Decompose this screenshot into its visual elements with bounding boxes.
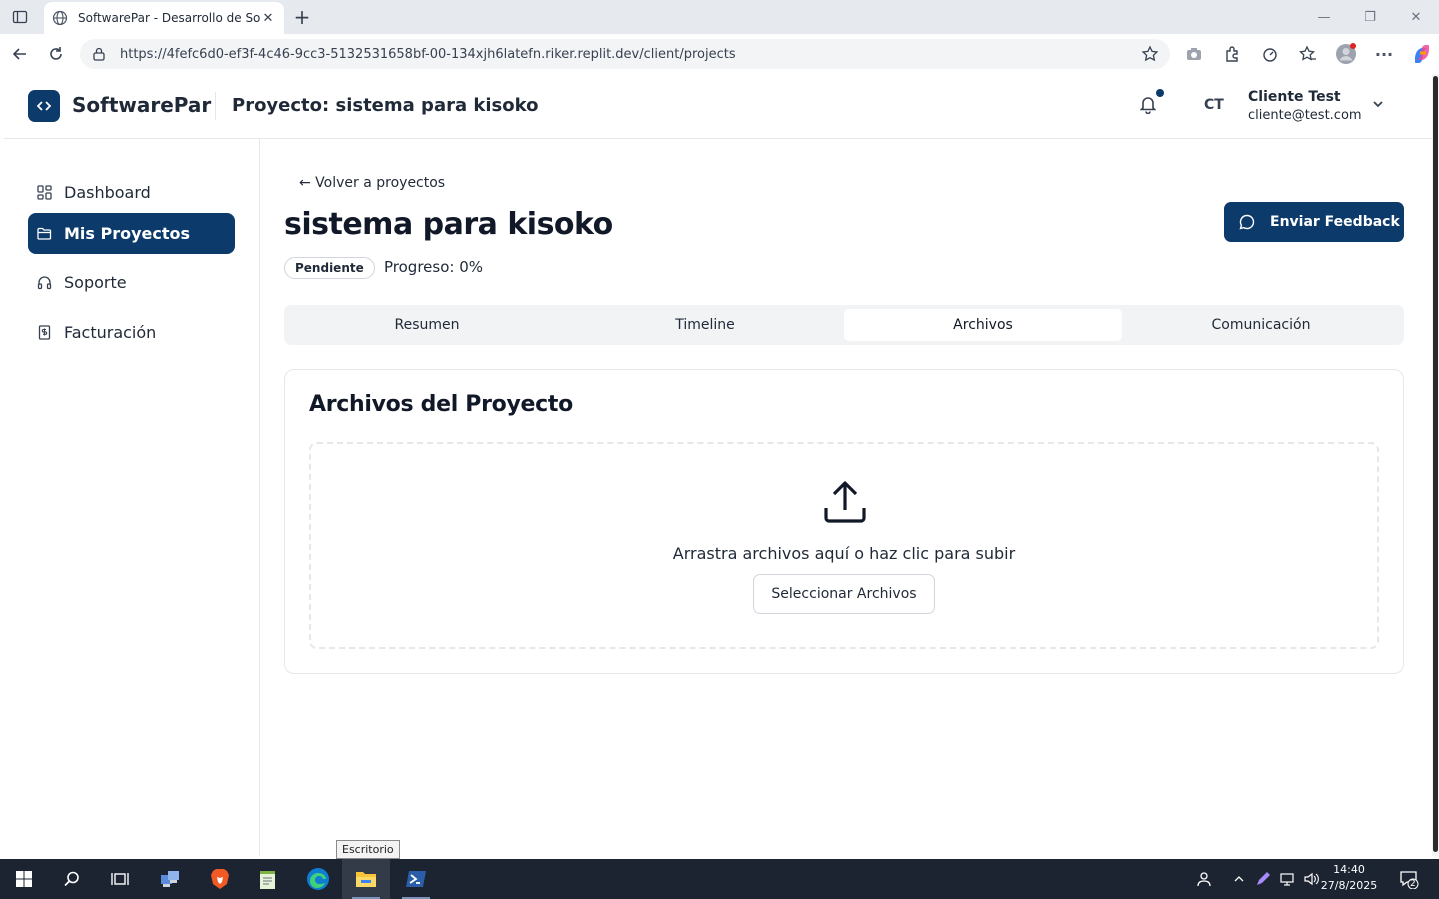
avatar[interactable]: CT xyxy=(1204,97,1224,113)
file-dropzone[interactable]: Arrastra archivos aquí o haz clic para s… xyxy=(309,442,1379,649)
site-info-icon[interactable] xyxy=(90,45,108,63)
edge-browser-icon[interactable] xyxy=(294,859,342,899)
notepad-plus-icon[interactable] xyxy=(244,859,292,899)
notification-dot xyxy=(1156,89,1164,97)
system-clock[interactable]: 14:40 27/8/2025 xyxy=(1318,862,1380,894)
sidebar-item-billing[interactable]: Facturación xyxy=(28,312,235,353)
page-title: Proyecto: sistema para kisoko xyxy=(232,95,539,116)
send-feedback-label: Enviar Feedback xyxy=(1270,214,1400,230)
pen-icon[interactable] xyxy=(1252,859,1274,899)
taskbar: 14:40 27/8/2025 2 xyxy=(0,859,1439,899)
notification-bell-icon[interactable] xyxy=(1138,94,1162,118)
tab-comunicacion[interactable]: Comunicación xyxy=(1122,309,1400,341)
copilot-icon[interactable] xyxy=(1410,42,1434,66)
back-arrow-icon[interactable] xyxy=(8,42,32,66)
powershell-icon[interactable] xyxy=(392,859,440,899)
minimize-icon[interactable]: — xyxy=(1301,0,1347,34)
app-header: SoftwarePar Proyecto: sistema para kisok… xyxy=(4,74,1432,139)
user-email: cliente@test.com xyxy=(1248,108,1362,123)
sidebar: Dashboard Mis Proyectos Soporte Facturac… xyxy=(4,139,260,856)
files-card-title: Archivos del Proyecto xyxy=(309,392,573,417)
app-container: SoftwarePar Proyecto: sistema para kisok… xyxy=(4,74,1432,856)
clock-date: 27/8/2025 xyxy=(1320,879,1378,892)
back-to-projects-link[interactable]: ← Volver a proyectos xyxy=(299,175,445,191)
chevron-down-icon[interactable] xyxy=(1370,96,1390,116)
brave-browser-icon[interactable] xyxy=(196,859,244,899)
progress-text: Progreso: 0% xyxy=(384,258,483,276)
network-icon[interactable] xyxy=(1276,859,1298,899)
more-options-icon[interactable]: ··· xyxy=(1372,42,1396,66)
window-controls: — ❐ ✕ xyxy=(1301,0,1439,34)
send-feedback-button[interactable]: Enviar Feedback xyxy=(1224,202,1404,242)
files-card: Archivos del Proyecto Arrastra archivos … xyxy=(284,369,1404,674)
camera-icon[interactable] xyxy=(1182,42,1206,66)
user-name[interactable]: Cliente Test xyxy=(1248,89,1341,105)
browser-tab[interactable]: SoftwarePar - Desarrollo de Softw ✕ xyxy=(44,2,284,34)
task-view-icon[interactable] xyxy=(96,859,144,899)
profile-avatar-icon[interactable] xyxy=(1334,42,1358,66)
headphones-icon xyxy=(36,275,52,291)
upload-icon xyxy=(821,478,869,526)
new-tab-icon[interactable]: + xyxy=(290,5,314,29)
tab-resumen[interactable]: Resumen xyxy=(288,309,566,341)
favorite-star-icon[interactable] xyxy=(1140,44,1160,64)
page-scrollbar[interactable] xyxy=(1432,74,1439,856)
reload-icon[interactable] xyxy=(44,42,68,66)
clock-time: 14:40 xyxy=(1333,863,1365,876)
folder-icon xyxy=(36,226,52,242)
extensions-icon[interactable] xyxy=(1220,42,1244,66)
address-bar-row: https://4fefc6d0-ef3f-4c46-9cc3-51325316… xyxy=(0,34,1439,74)
project-name: sistema para kisoko xyxy=(284,207,613,242)
restore-icon[interactable]: ❐ xyxy=(1347,0,1393,34)
window-close-icon[interactable]: ✕ xyxy=(1393,0,1439,34)
sidebar-item-label: Facturación xyxy=(64,323,157,342)
scrollbar-thumb[interactable] xyxy=(1433,76,1438,852)
notification-count: 2 xyxy=(1410,879,1416,889)
sidebar-item-label: Soporte xyxy=(64,273,127,292)
sidebar-item-label: Dashboard xyxy=(64,183,151,202)
tab-timeline[interactable]: Timeline xyxy=(566,309,844,341)
network-app-icon[interactable] xyxy=(146,859,194,899)
tab-archivos[interactable]: Archivos xyxy=(844,309,1122,341)
sidebar-item-dashboard[interactable]: Dashboard xyxy=(28,172,235,213)
status-badge: Pendiente xyxy=(284,257,375,279)
people-icon[interactable] xyxy=(1192,859,1216,899)
windows-start-icon[interactable] xyxy=(0,859,48,899)
close-icon[interactable]: ✕ xyxy=(260,10,276,26)
receipt-icon xyxy=(36,325,52,341)
globe-icon xyxy=(52,10,68,26)
message-circle-icon xyxy=(1238,213,1256,231)
browser-toolbar-icons: ··· xyxy=(1182,42,1434,66)
select-files-button[interactable]: Seleccionar Archivos xyxy=(753,574,935,614)
taskbar-tooltip: Escritorio xyxy=(336,840,400,859)
project-tabs: Resumen Timeline Archivos Comunicación xyxy=(284,305,1404,345)
sidebar-item-projects[interactable]: Mis Proyectos xyxy=(28,213,235,254)
sidebar-item-support[interactable]: Soporte xyxy=(28,262,235,303)
notification-center-icon[interactable]: 2 xyxy=(1394,859,1424,899)
chevron-up-icon[interactable] xyxy=(1228,859,1250,899)
sidebar-item-label: Mis Proyectos xyxy=(64,224,191,243)
file-explorer-icon[interactable] xyxy=(342,859,390,899)
search-icon[interactable] xyxy=(48,859,96,899)
tab-title: SoftwarePar - Desarrollo de Softw xyxy=(78,11,260,25)
header-divider xyxy=(215,92,216,120)
grid-icon xyxy=(36,185,52,201)
tab-actions-icon[interactable] xyxy=(8,6,32,28)
browser-tab-bar: SoftwarePar - Desarrollo de Softw ✕ + — … xyxy=(0,0,1439,34)
dropzone-text: Arrastra archivos aquí o haz clic para s… xyxy=(672,544,1016,563)
brand-name[interactable]: SoftwarePar xyxy=(72,93,211,117)
performance-icon[interactable] xyxy=(1258,42,1282,66)
favorites-icon[interactable] xyxy=(1296,42,1320,66)
url-field[interactable]: https://4fefc6d0-ef3f-4c46-9cc3-51325316… xyxy=(80,39,1170,69)
url-text: https://4fefc6d0-ef3f-4c46-9cc3-51325316… xyxy=(120,46,736,62)
code-logo-icon[interactable] xyxy=(28,90,60,122)
